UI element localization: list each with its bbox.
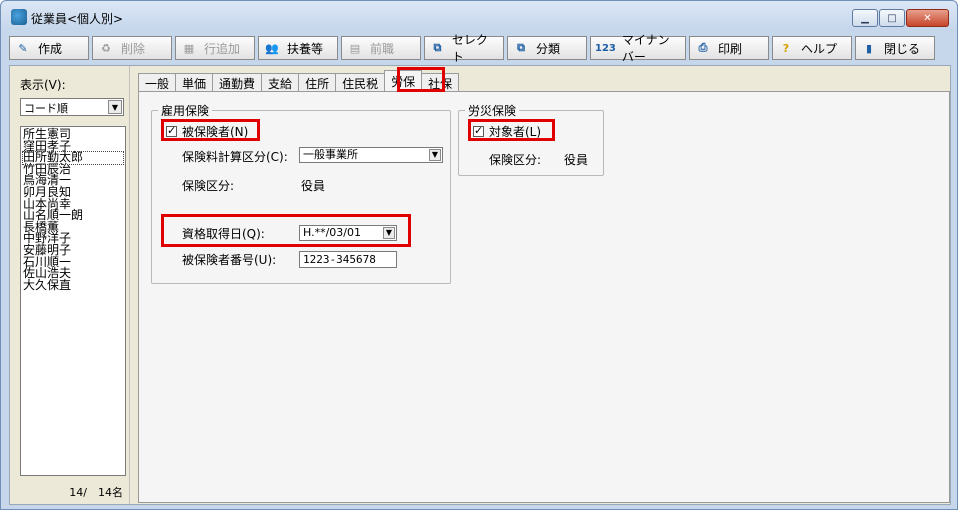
tab-commute[interactable]: 通勤費 (212, 73, 263, 92)
minimize-button[interactable]: ▁ (852, 9, 878, 27)
create-button[interactable]: ✎ 作成 (9, 36, 89, 60)
delete-button[interactable]: ♻ 削除 (92, 36, 172, 60)
close-label: 閉じる (884, 41, 921, 56)
tab-unit-price[interactable]: 単価 (175, 73, 214, 92)
help-label: ヘルプ (801, 41, 838, 56)
toolbar: ✎ 作成 ♻ 削除 ▦ 行追加 👥 扶養等 ▤ 前職 ⧉ セレクト ⧉ 分類 1… (9, 33, 951, 64)
insured-number-input[interactable]: 1223-345678 (299, 251, 397, 268)
create-label: 作成 (38, 41, 63, 56)
delete-icon: ♻ (101, 41, 111, 55)
employee-list[interactable]: 所生憲司 窪田孝子 田所勤太郎 竹田辰治 鳥海清一 卯月良知 山本尚幸 山名順一… (20, 126, 126, 476)
print-icon: ⎙ (698, 41, 708, 54)
insurance-category-value: 役員 (301, 179, 326, 193)
delete-label: 削除 (121, 41, 146, 56)
print-label: 印刷 (718, 41, 743, 56)
rousai-category-value: 役員 (564, 153, 589, 167)
classify-label: 分類 (536, 41, 561, 56)
sort-order-value: コード順 (24, 102, 68, 115)
select-button[interactable]: ⧉ セレクト (424, 33, 504, 64)
workers-comp-title: 労災保険 (468, 104, 517, 118)
close-button[interactable]: ▮ 閉じる (855, 36, 935, 60)
add-row-icon: ▦ (183, 41, 195, 55)
previous-job-icon: ▤ (349, 41, 361, 55)
chevron-down-icon[interactable]: ▼ (429, 149, 441, 161)
close-door-icon: ▮ (865, 41, 873, 55)
app-icon (11, 9, 27, 25)
maximize-button[interactable]: □ (879, 9, 905, 27)
add-row-label: 行追加 (204, 41, 241, 56)
calc-category-value: 一般事業所 (303, 148, 358, 161)
help-icon: ? (782, 41, 790, 55)
highlight-insured (161, 119, 260, 141)
highlight-acquired-date (161, 214, 411, 247)
calc-category-label: 保険料計算区分(C): (182, 150, 288, 164)
highlight-labor-tab (397, 67, 445, 92)
employee-panel: 表示(V): コード順 ▼ 所生憲司 窪田孝子 田所勤太郎 竹田辰治 鳥海清一 … (10, 66, 130, 504)
employment-insurance-title: 雇用保険 (161, 104, 210, 118)
app-window: 従業員<個人別> ▁ □ ✕ ✎ 作成 ♻ 削除 ▦ 行追加 👥 扶養等 ▤ 前… (0, 0, 958, 510)
previous-job-button[interactable]: ▤ 前職 (341, 36, 421, 60)
tab-address[interactable]: 住所 (298, 73, 337, 92)
title-bar: 従業員<個人別> ▁ □ ✕ (1, 1, 957, 31)
employee-count: 14/ 14名 (69, 486, 123, 499)
highlight-target (468, 119, 555, 141)
classify-button[interactable]: ⧉ 分類 (507, 36, 587, 60)
close-window-button[interactable]: ✕ (906, 9, 949, 27)
display-label: 表示(V): (20, 78, 66, 92)
select-icon: ⧉ (433, 41, 442, 54)
tab-resident-tax[interactable]: 住民税 (335, 73, 386, 92)
sort-order-select[interactable]: コード順 ▼ (20, 98, 124, 116)
print-button[interactable]: ⎙ 印刷 (689, 36, 769, 60)
client-area: 表示(V): コード順 ▼ 所生憲司 窪田孝子 田所勤太郎 竹田辰治 鳥海清一 … (9, 65, 951, 505)
rousai-category-label: 保険区分: (489, 153, 542, 167)
chevron-down-icon[interactable]: ▼ (108, 100, 122, 114)
previous-job-label: 前職 (370, 41, 395, 56)
create-icon: ✎ (18, 41, 28, 55)
tab-general[interactable]: 一般 (138, 73, 177, 92)
classify-icon: ⧉ (517, 41, 525, 54)
help-button[interactable]: ? ヘルプ (772, 36, 852, 60)
labor-insurance-page: 雇用保険 被保険者(N) 保険料計算区分(C): 一般事業所 ▼ 保険区分: 役… (138, 91, 950, 503)
insurance-category-label: 保険区分: (182, 179, 235, 193)
add-row-button[interactable]: ▦ 行追加 (175, 36, 255, 60)
list-item[interactable]: 大久保直 (23, 279, 123, 292)
calc-category-select[interactable]: 一般事業所 ▼ (299, 147, 443, 163)
dependents-label: 扶養等 (287, 41, 324, 56)
dependents-button[interactable]: 👥 扶養等 (258, 36, 338, 60)
dependents-icon: 👥 (265, 41, 279, 55)
insured-number-label: 被保険者番号(U): (182, 253, 277, 267)
window-controls: ▁ □ ✕ (852, 9, 949, 27)
my-number-icon: 123 (595, 42, 616, 54)
my-number-button[interactable]: 123 マイナンバー (590, 33, 686, 64)
window-title: 従業員<個人別> (31, 12, 124, 26)
my-number-label: マイナンバー (621, 33, 670, 64)
tab-payment[interactable]: 支給 (261, 73, 300, 92)
select-label: セレクト (451, 33, 488, 64)
